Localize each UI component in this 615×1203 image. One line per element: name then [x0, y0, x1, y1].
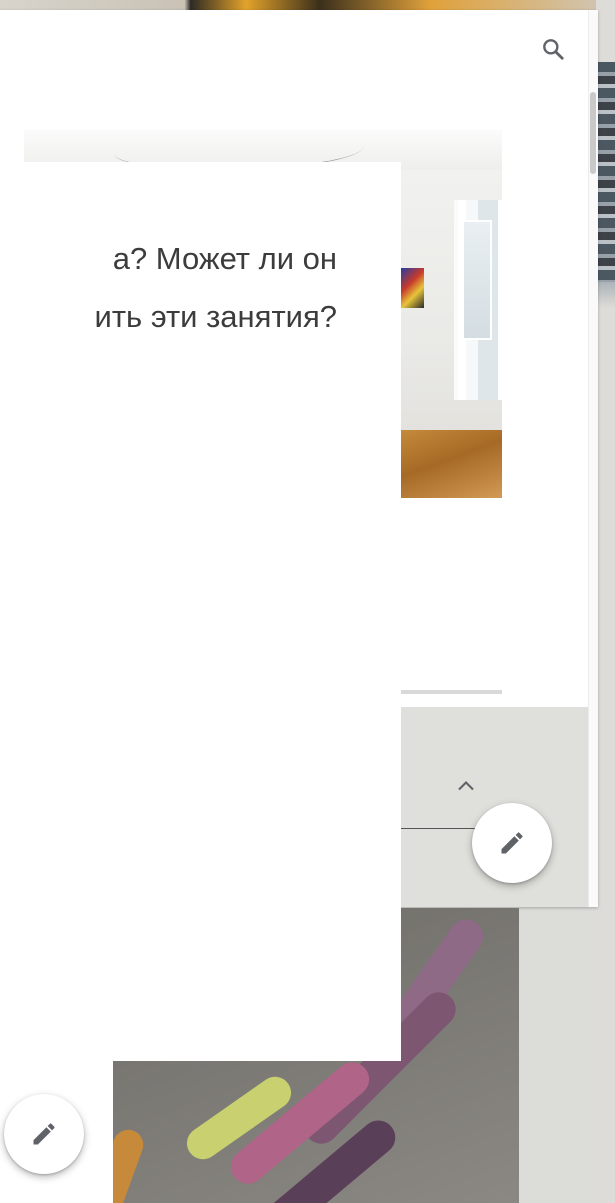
edit-fab-button[interactable] — [472, 803, 552, 883]
question-line-1: а? Может ли он — [112, 241, 337, 276]
scrollbar-thumb[interactable] — [590, 92, 596, 174]
screen: а? Может ли он ить эти занятия? — [0, 0, 615, 1203]
question-line-2: ить эти занятия? — [94, 299, 337, 334]
pencil-icon — [501, 832, 523, 854]
divider — [400, 690, 502, 694]
collapse-button[interactable] — [450, 770, 482, 802]
edit-fab-button-secondary[interactable] — [4, 1094, 84, 1174]
question-card: а? Может ли он ить эти занятия? — [0, 162, 401, 1061]
search-icon — [543, 39, 564, 60]
background-tiles — [598, 62, 615, 282]
background-gradient — [596, 282, 615, 308]
chevron-up-icon — [458, 781, 474, 791]
search-button[interactable] — [534, 30, 572, 68]
question-text: а? Может ли он ить эти занятия? — [0, 230, 401, 346]
pencil-icon — [33, 1123, 55, 1145]
